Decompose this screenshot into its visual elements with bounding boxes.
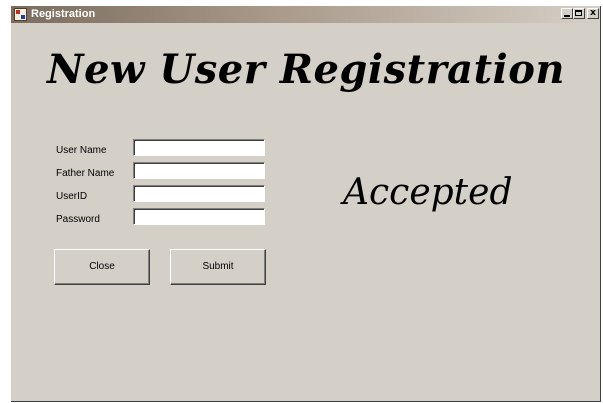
user-name-label: User Name xyxy=(56,145,107,156)
minimize-icon xyxy=(564,15,570,17)
father-name-field[interactable] xyxy=(133,162,265,179)
status-message: Accepted xyxy=(343,172,513,213)
close-icon: x xyxy=(590,8,596,18)
password-field[interactable] xyxy=(133,208,265,225)
maximize-button[interactable] xyxy=(573,8,585,19)
maximize-icon xyxy=(575,10,582,16)
title-bar[interactable]: Registration x xyxy=(11,6,600,23)
close-button[interactable]: Close xyxy=(54,249,150,285)
user-id-field[interactable] xyxy=(133,185,265,202)
user-name-field[interactable] xyxy=(133,139,265,156)
password-label: Password xyxy=(56,214,100,225)
father-name-label: Father Name xyxy=(56,168,115,179)
app-form-icon[interactable] xyxy=(14,8,27,21)
registration-window: Registration x New User Registration Use… xyxy=(11,6,601,402)
window-title: Registration xyxy=(31,8,96,20)
close-window-button[interactable]: x xyxy=(587,8,599,19)
user-id-label: UserID xyxy=(56,191,88,202)
minimize-button[interactable] xyxy=(561,8,573,19)
submit-button[interactable]: Submit xyxy=(170,249,266,285)
page-title: New User Registration xyxy=(47,46,565,93)
